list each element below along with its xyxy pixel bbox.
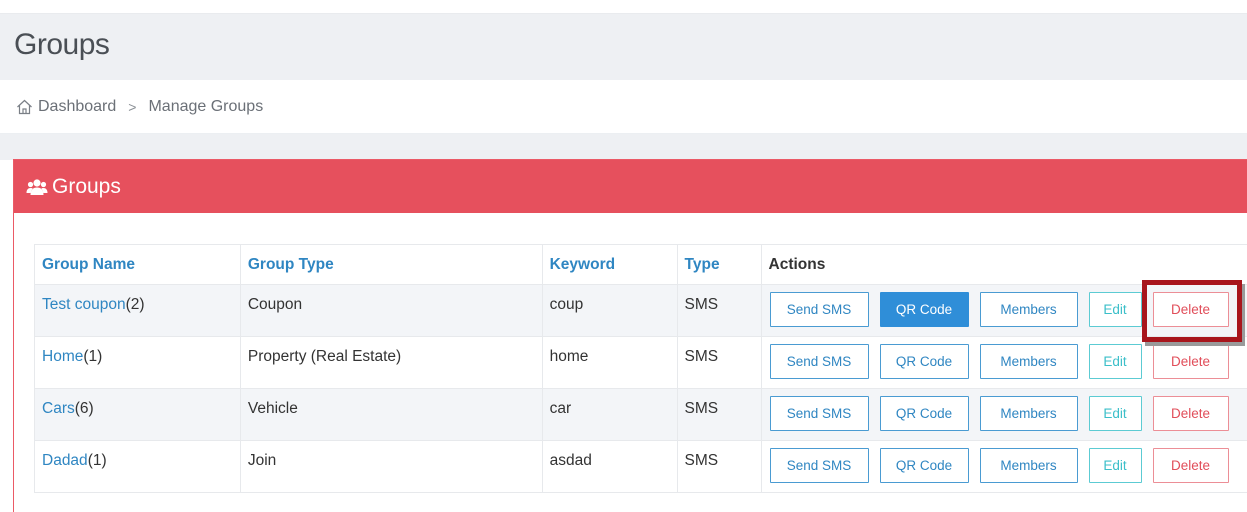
- actions-cell: Send SMS QR Code Members Edit Delete: [760, 336, 1247, 389]
- group-name-link[interactable]: Dadad: [42, 452, 88, 469]
- edit-button[interactable]: Edit: [1088, 292, 1142, 327]
- group-type-cell: Property (Real Estate): [239, 336, 543, 389]
- members-button[interactable]: Members: [979, 396, 1078, 431]
- group-name-cell: Dadad(1): [34, 440, 241, 493]
- actions-cell: Send SMS QR Code Members Edit Delete: [760, 440, 1247, 493]
- delete-button[interactable]: Delete: [1152, 396, 1229, 431]
- qr-code-button[interactable]: QR Code: [879, 396, 969, 431]
- panel-heading: Groups: [14, 160, 1247, 213]
- actions-cell: Send SMS QR Code Members Edit Delete: [760, 388, 1247, 441]
- type-cell: SMS: [676, 388, 762, 441]
- members-button[interactable]: Members: [979, 292, 1078, 327]
- groups-table: Group Name Group Type Keyword Type Actio…: [34, 244, 1247, 493]
- group-member-count: (1): [83, 348, 103, 365]
- column-header-actions: Actions: [760, 244, 1247, 285]
- members-button[interactable]: Members: [979, 344, 1078, 379]
- breadcrumb-manage-groups: Manage Groups: [148, 97, 264, 115]
- column-header-group-type[interactable]: Group Type: [239, 244, 543, 285]
- keyword-cell: asdad: [541, 440, 678, 493]
- delete-button[interactable]: Delete: [1152, 448, 1229, 483]
- actions-cell: Send SMS QR Code Members Edit Delete: [760, 284, 1247, 337]
- delete-button[interactable]: Delete: [1152, 292, 1229, 327]
- table-row: Dadad(1) Join asdad SMS Send SMS QR Code M…: [34, 440, 1247, 493]
- panel-title: Groups: [52, 174, 121, 198]
- qr-code-button[interactable]: QR Code: [879, 292, 969, 327]
- group-name-link[interactable]: Test coupon: [42, 296, 126, 313]
- users-icon: [26, 178, 48, 196]
- group-name-cell: Test coupon(2): [34, 284, 241, 337]
- delete-button[interactable]: Delete: [1152, 344, 1229, 379]
- type-cell: SMS: [676, 336, 762, 389]
- home-icon[interactable]: [16, 99, 33, 115]
- table-header-row: Group Name Group Type Keyword Type Actio…: [34, 244, 1247, 285]
- column-header-group-name[interactable]: Group Name: [34, 244, 241, 285]
- group-name-cell: Home(1): [34, 336, 241, 389]
- send-sms-button[interactable]: Send SMS: [769, 292, 869, 327]
- breadcrumb-dashboard[interactable]: Dashboard: [38, 98, 116, 116]
- top-bar: [0, 0, 1247, 14]
- table-row: Cars(6) Vehicle car SMS Send SMS QR Code M…: [34, 388, 1247, 441]
- group-type-cell: Join: [239, 440, 543, 493]
- send-sms-button[interactable]: Send SMS: [769, 396, 869, 431]
- qr-code-button[interactable]: QR Code: [879, 448, 969, 483]
- type-cell: SMS: [676, 440, 762, 493]
- type-cell: SMS: [676, 284, 762, 337]
- group-member-count: (1): [87, 452, 107, 469]
- group-name-cell: Cars(6): [34, 388, 241, 441]
- group-member-count: (6): [74, 400, 94, 417]
- members-button[interactable]: Members: [979, 448, 1078, 483]
- keyword-cell: car: [541, 388, 678, 441]
- column-header-type[interactable]: Type: [676, 244, 762, 285]
- edit-button[interactable]: Edit: [1088, 396, 1142, 431]
- breadcrumb-separator: >: [128, 98, 137, 115]
- group-type-cell: Coupon: [239, 284, 543, 337]
- keyword-cell: home: [541, 336, 678, 389]
- qr-code-button[interactable]: QR Code: [879, 344, 969, 379]
- group-name-link[interactable]: Home: [42, 348, 83, 365]
- group-member-count: (2): [125, 296, 145, 313]
- keyword-cell: coup: [541, 284, 678, 337]
- table-row: Test coupon(2) Coupon coup SMS Send SMS Q…: [34, 284, 1247, 337]
- page-title: Groups: [14, 28, 110, 61]
- edit-button[interactable]: Edit: [1088, 344, 1142, 379]
- send-sms-button[interactable]: Send SMS: [769, 448, 869, 483]
- content-gap: [0, 134, 1247, 160]
- group-name-link[interactable]: Cars: [42, 400, 75, 417]
- group-type-cell: Vehicle: [239, 388, 543, 441]
- breadcrumb: Dashboard > Manage Groups: [0, 80, 1247, 134]
- column-header-keyword[interactable]: Keyword: [541, 244, 678, 285]
- send-sms-button[interactable]: Send SMS: [769, 344, 869, 379]
- edit-button[interactable]: Edit: [1088, 448, 1142, 483]
- groups-panel: Groups Group Name Group Type Keyword Typ…: [13, 159, 1247, 512]
- table-row: Home(1) Property (Real Estate) home SMS …: [34, 336, 1247, 389]
- page-header: Groups: [0, 14, 1247, 80]
